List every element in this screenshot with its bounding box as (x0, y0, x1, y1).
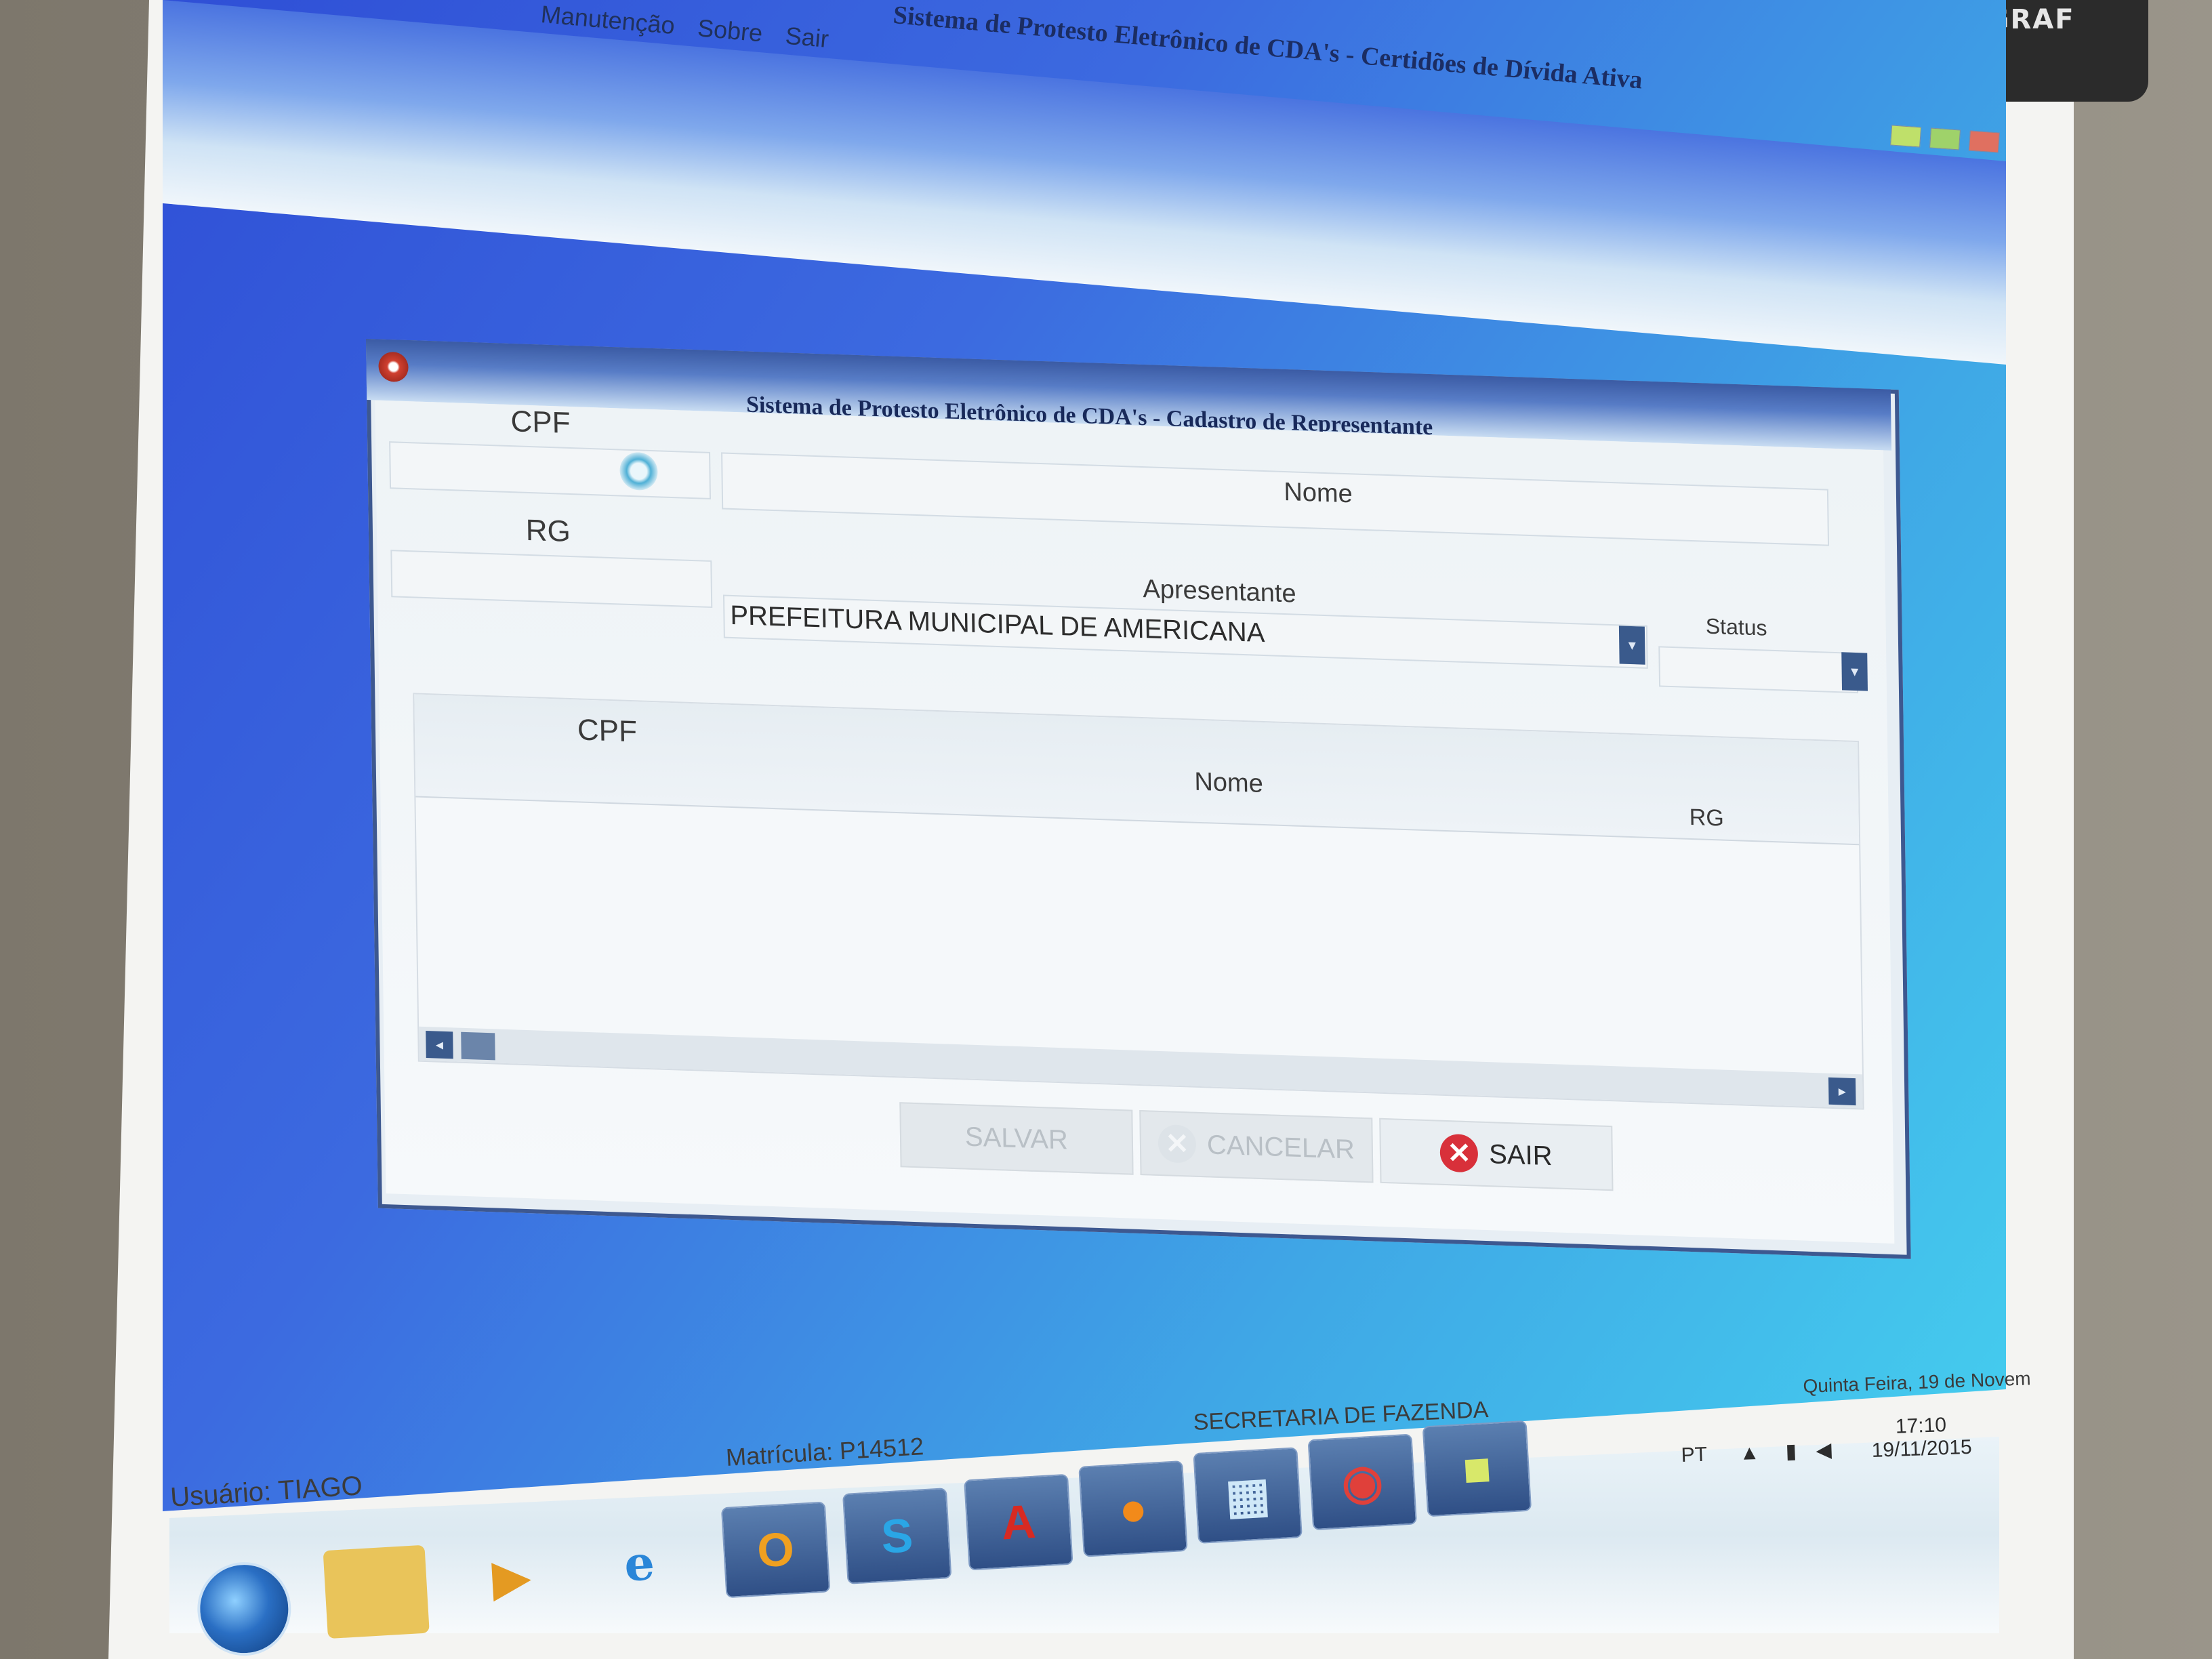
adobe-reader-icon[interactable]: A (964, 1473, 1073, 1571)
language-indicator[interactable]: PT (1681, 1443, 1707, 1467)
volume-icon[interactable]: ◀ (1816, 1439, 1832, 1462)
action-buttons: SALVAR ✕ CANCELAR ✕ SAIR (899, 1102, 1614, 1191)
file-explorer-icon[interactable] (323, 1544, 430, 1639)
menu-item-sobre[interactable]: Sobre (697, 14, 764, 47)
column-nome[interactable]: Nome (1194, 768, 1263, 799)
save-label: SALVAR (964, 1121, 1069, 1155)
cpf-label: CPF (510, 405, 571, 441)
cancel-button[interactable]: ✕ CANCELAR (1139, 1109, 1374, 1183)
menu-item-sair[interactable]: Sair (784, 22, 830, 54)
remote-desktop-icon[interactable]: ▦ (1193, 1447, 1303, 1544)
grid-header: CPF Nome RG (414, 694, 1860, 846)
apresentante-label: Apresentante (1143, 575, 1296, 609)
scroll-right-icon[interactable]: ▸ (1828, 1077, 1856, 1106)
save-button[interactable]: SALVAR (899, 1102, 1134, 1175)
column-rg[interactable]: RG (1689, 804, 1724, 832)
nome-label: Nome (1284, 477, 1353, 509)
cancel-label: CANCELAR (1206, 1129, 1355, 1165)
firefox-icon[interactable]: ● (1078, 1460, 1188, 1557)
close-button[interactable] (1968, 130, 2000, 153)
minimize-button[interactable] (1890, 125, 1922, 148)
network-icon[interactable]: ▮ (1785, 1440, 1797, 1463)
scrollbar-thumb[interactable] (461, 1031, 495, 1061)
skype-icon[interactable]: S (842, 1488, 952, 1584)
clock[interactable]: 17:10 19/11/2015 (1870, 1413, 1972, 1462)
rg-field[interactable] (390, 550, 713, 609)
representatives-grid[interactable]: CPF Nome RG ◂ ▸ (413, 693, 1864, 1110)
exit-icon: ✕ (1439, 1133, 1479, 1173)
app-red-icon[interactable]: ◉ (1307, 1433, 1418, 1531)
main-window-controls (1890, 125, 2000, 153)
clock-date: 19/11/2015 (1871, 1435, 1973, 1462)
sticky-notes-icon[interactable]: ■ (1422, 1420, 1532, 1517)
status-dropdown-icon[interactable]: ▾ (1841, 652, 1868, 691)
rg-label: RG (525, 513, 571, 549)
representative-dialog: Sistema de Protesto Eletrônico de CDA's … (366, 339, 1911, 1259)
horizontal-scrollbar[interactable]: ◂ ▸ (419, 1026, 1863, 1109)
scroll-left-icon[interactable]: ◂ (426, 1031, 453, 1059)
status-combo[interactable] (1658, 646, 1859, 694)
dialog-body: CPF Nome RG Apresentante PREFEITURA MUNI… (375, 400, 1895, 1244)
menu-item-manutencao[interactable]: Manutenção (539, 0, 676, 40)
media-player-icon[interactable]: ▶ (458, 1530, 565, 1624)
desktop: Manutenção Sobre Sair Sistema de Protest… (163, 0, 2006, 1511)
status-label: Status (1705, 613, 1767, 640)
main-window-titlebar (163, 0, 2006, 365)
internet-explorer-icon[interactable]: e (586, 1516, 693, 1610)
outlook-icon[interactable]: O (720, 1501, 831, 1599)
apresentante-value: PREFEITURA MUNICIPAL DE AMERICANA (730, 600, 1265, 649)
cpf-field[interactable] (389, 441, 712, 499)
clock-time: 17:10 (1895, 1414, 1947, 1438)
maximize-button[interactable] (1929, 127, 1961, 150)
apresentante-dropdown-icon[interactable]: ▾ (1618, 626, 1645, 665)
exit-button[interactable]: ✕ SAIR (1379, 1118, 1614, 1191)
cancel-icon: ✕ (1158, 1124, 1197, 1164)
nome-field[interactable] (721, 452, 1830, 546)
apresentante-combo[interactable]: PREFEITURA MUNICIPAL DE AMERICANA (722, 594, 1648, 669)
column-cpf[interactable]: CPF (577, 713, 638, 749)
exit-label: SAIR (1488, 1139, 1553, 1171)
tray-expand-icon[interactable]: ▲ (1739, 1441, 1760, 1465)
